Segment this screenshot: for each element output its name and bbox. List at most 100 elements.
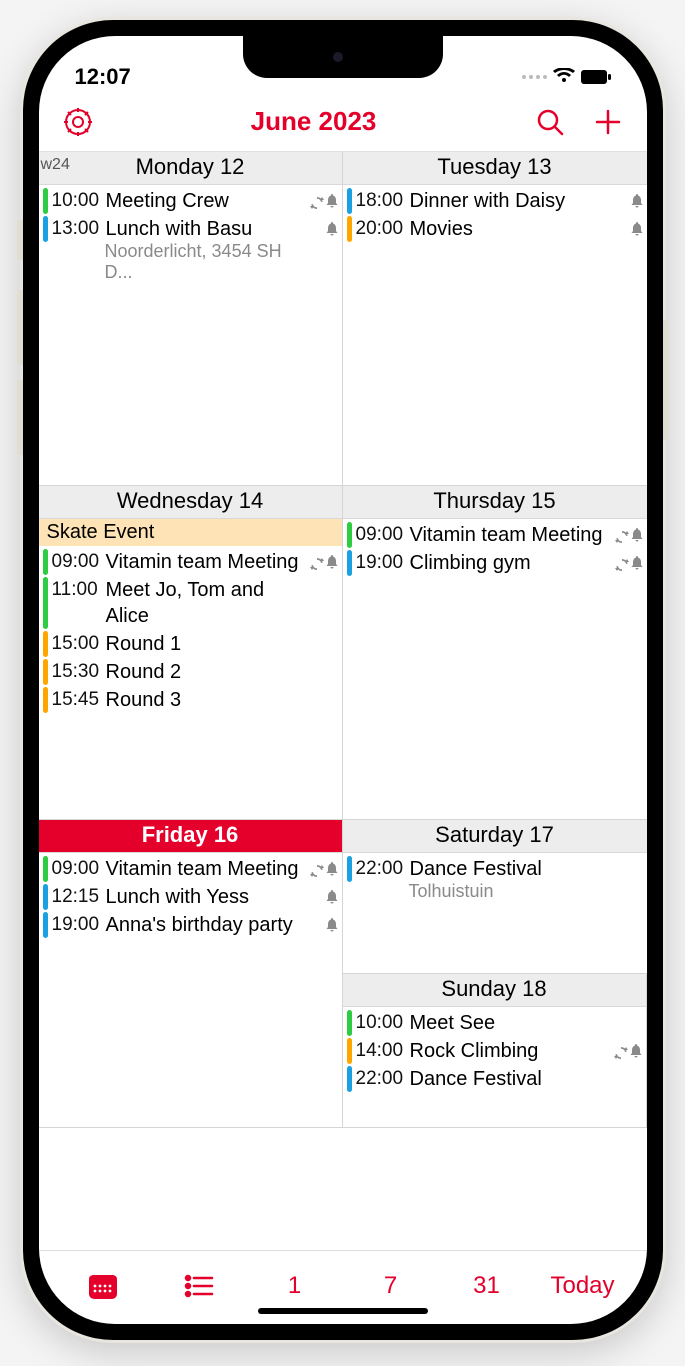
- event-time: 12:15: [52, 884, 102, 910]
- event-time: 13:00: [52, 216, 102, 242]
- event-time: 09:00: [52, 856, 102, 882]
- search-button[interactable]: [535, 107, 565, 137]
- event-row[interactable]: 09:00Vitamin team Meeting: [347, 521, 643, 549]
- app-header: June 2023: [39, 92, 647, 152]
- event-time: 10:00: [52, 188, 102, 214]
- allday-event[interactable]: Skate Event: [39, 519, 342, 546]
- status-time: 12:07: [75, 64, 131, 90]
- bell-icon: [631, 219, 643, 245]
- event-row[interactable]: 14:00Rock Climbing: [347, 1037, 642, 1065]
- event-row[interactable]: 22:00Dance Festival: [347, 855, 643, 883]
- day-cell[interactable]: Monday 12w2410:00Meeting Crew13:00Lunch …: [39, 152, 343, 486]
- cellular-icon: [522, 75, 547, 79]
- event-row[interactable]: 10:00Meeting Crew: [43, 187, 338, 215]
- event-row[interactable]: 19:00Climbing gym: [347, 549, 643, 577]
- battery-icon: [581, 64, 611, 90]
- event-title: Round 1: [106, 631, 338, 657]
- event-time: 09:00: [52, 549, 102, 575]
- event-row[interactable]: 13:00Lunch with Basu: [43, 215, 338, 243]
- week-number: w24: [41, 156, 70, 174]
- repeat-icon: [614, 1041, 628, 1067]
- day-cell[interactable]: Sunday 1810:00Meet See14:00Rock Climbing…: [343, 974, 647, 1128]
- event-color: [347, 1010, 352, 1036]
- event-title: Meet Jo, Tom and Alice: [106, 577, 338, 629]
- event-row[interactable]: 19:00Anna's birthday party: [43, 911, 338, 939]
- event-row[interactable]: 10:00Meet See: [347, 1009, 642, 1037]
- event-color: [347, 1066, 352, 1092]
- repeat-icon: [310, 191, 324, 217]
- tab-month[interactable]: 31: [439, 1272, 535, 1300]
- day-cell[interactable]: Thursday 1509:00Vitamin team Meeting19:0…: [343, 486, 647, 820]
- event-time: 18:00: [356, 188, 406, 214]
- day-header: Thursday 15: [343, 486, 647, 519]
- event-title: Rock Climbing: [410, 1038, 642, 1064]
- tab-week[interactable]: 7: [343, 1272, 439, 1300]
- day-cell[interactable]: Friday 1609:00Vitamin team Meeting12:15L…: [39, 820, 343, 1128]
- event-color: [347, 188, 352, 214]
- event-row[interactable]: 15:00Round 1: [43, 630, 338, 658]
- tab-calendar[interactable]: [55, 1272, 151, 1300]
- event-title: Climbing gym: [410, 550, 643, 576]
- bell-icon: [326, 915, 338, 941]
- event-row[interactable]: 09:00Vitamin team Meeting: [43, 548, 338, 576]
- repeat-icon: [310, 552, 324, 578]
- event-time: 19:00: [356, 550, 406, 576]
- event-time: 11:00: [52, 577, 102, 603]
- tab-today[interactable]: Today: [535, 1272, 631, 1300]
- event-color: [347, 216, 352, 242]
- event-color: [43, 577, 48, 629]
- event-row[interactable]: 11:00Meet Jo, Tom and Alice: [43, 576, 338, 630]
- bell-icon: [631, 191, 643, 217]
- event-color: [43, 216, 48, 242]
- event-row[interactable]: 20:00Movies: [347, 215, 643, 243]
- day-header: Friday 16: [39, 820, 342, 853]
- day-cell[interactable]: Tuesday 1318:00Dinner with Daisy20:00Mov…: [343, 152, 647, 486]
- event-row[interactable]: 09:00Vitamin team Meeting: [43, 855, 338, 883]
- day-header: Wednesday 14: [39, 486, 342, 519]
- add-event-button[interactable]: [593, 107, 623, 137]
- event-time: 14:00: [356, 1038, 406, 1064]
- event-color: [43, 659, 48, 685]
- event-color: [347, 1038, 352, 1064]
- bell-icon: [326, 887, 338, 913]
- event-color: [347, 522, 352, 548]
- event-title: Anna's birthday party: [106, 912, 338, 938]
- tab-day[interactable]: 1: [247, 1272, 343, 1300]
- event-title: Round 2: [106, 659, 338, 685]
- event-color: [347, 550, 352, 576]
- event-row[interactable]: 15:45Round 3: [43, 686, 338, 714]
- event-title: Dinner with Daisy: [410, 188, 643, 214]
- bell-icon: [326, 552, 338, 578]
- event-title: Dance Festival: [410, 856, 643, 882]
- event-row[interactable]: 18:00Dinner with Daisy: [347, 187, 643, 215]
- bell-icon: [326, 219, 338, 245]
- event-time: 10:00: [356, 1010, 406, 1036]
- event-title: Lunch with Yess: [106, 884, 338, 910]
- tab-list[interactable]: [151, 1274, 247, 1298]
- settings-button[interactable]: [63, 107, 93, 137]
- event-row[interactable]: 22:00Dance Festival: [347, 1065, 642, 1093]
- event-title: Meet See: [410, 1010, 642, 1036]
- event-time: 22:00: [356, 856, 406, 882]
- repeat-icon: [615, 525, 629, 551]
- event-location: Noorderlicht, 3454 SH D...: [43, 241, 338, 283]
- event-title: Vitamin team Meeting: [410, 522, 643, 548]
- event-title: Movies: [410, 216, 643, 242]
- bell-icon: [326, 859, 338, 885]
- event-time: 20:00: [356, 216, 406, 242]
- header-title[interactable]: June 2023: [93, 106, 535, 137]
- event-time: 09:00: [356, 522, 406, 548]
- event-color: [43, 856, 48, 882]
- day-cell[interactable]: Saturday 1722:00Dance FestivalTolhuistui…: [343, 820, 647, 974]
- bell-icon: [631, 525, 643, 551]
- home-indicator[interactable]: [258, 1308, 428, 1314]
- event-color: [43, 884, 48, 910]
- event-row[interactable]: 15:30Round 2: [43, 658, 338, 686]
- event-row[interactable]: 12:15Lunch with Yess: [43, 883, 338, 911]
- event-title: Meeting Crew: [106, 188, 338, 214]
- event-title: Vitamin team Meeting: [106, 856, 338, 882]
- day-cell[interactable]: Wednesday 14Skate Event09:00Vitamin team…: [39, 486, 343, 820]
- event-color: [43, 912, 48, 938]
- event-time: 22:00: [356, 1066, 406, 1092]
- bell-icon: [630, 1041, 642, 1067]
